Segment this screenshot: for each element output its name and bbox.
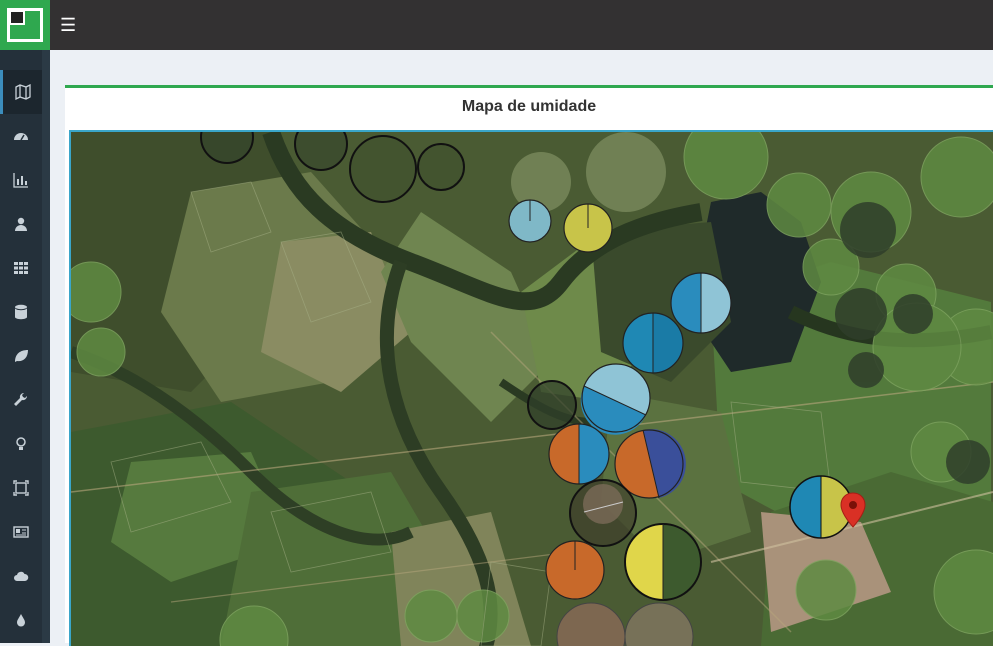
pivot-circle[interactable] — [417, 143, 465, 191]
sidebar-item-tools[interactable] — [0, 378, 42, 422]
pivot-brown[interactable] — [569, 479, 637, 547]
lightbulb-icon — [16, 437, 26, 450]
sidebar-item-charts[interactable] — [0, 158, 42, 202]
logo-square-dark — [11, 12, 23, 23]
newspaper-icon — [13, 526, 29, 538]
map-canvas[interactable] — [71, 132, 993, 646]
leaf-icon — [15, 350, 28, 362]
top-navbar: ☰ — [0, 0, 993, 50]
sidebar-item-water[interactable] — [0, 598, 42, 642]
sidebar-item-cloud[interactable] — [0, 554, 42, 598]
sidebar-item-database[interactable] — [0, 290, 42, 334]
sidebar-edge — [42, 50, 50, 643]
pivot-circle[interactable] — [527, 380, 577, 430]
sidebar-item-ideas[interactable] — [0, 422, 42, 466]
map-icon — [14, 84, 31, 100]
pivot-blue[interactable] — [622, 312, 684, 374]
pivot-split-diagonal[interactable] — [580, 363, 651, 435]
frame-icon — [13, 480, 29, 496]
database-icon — [15, 304, 27, 320]
sidebar-item-leaf[interactable] — [0, 334, 42, 378]
bar-chart-icon — [13, 173, 28, 188]
panel-title: Mapa de umidade — [461, 98, 597, 115]
pivot-orange-blue[interactable] — [548, 423, 610, 485]
sidebar-item-grid[interactable] — [0, 246, 42, 290]
app-logo[interactable] — [0, 0, 50, 50]
hamburger-icon[interactable]: ☰ — [60, 14, 82, 36]
sidebar-item-news[interactable] — [0, 510, 42, 554]
pivot-yellow-dark[interactable] — [624, 523, 702, 601]
sidebar-item-focus[interactable] — [0, 466, 42, 510]
user-icon — [15, 217, 27, 231]
sidebar-item-dashboard[interactable] — [0, 114, 42, 158]
tachometer-icon — [14, 133, 28, 141]
sidebar-item-map[interactable] — [0, 70, 42, 114]
sidebar-item-user[interactable] — [0, 202, 42, 246]
sidebar — [0, 50, 42, 643]
droplet-icon — [17, 614, 25, 627]
map-view[interactable] — [69, 130, 993, 646]
pivot-lightblue-blue[interactable] — [670, 272, 732, 334]
humidity-map-panel: Mapa de umidade — [65, 85, 993, 646]
pivot-orange[interactable] — [545, 540, 605, 600]
pivot-circle[interactable] — [349, 135, 417, 203]
wrench-icon — [14, 392, 28, 406]
grid-icon — [14, 262, 28, 274]
cloud-icon — [14, 571, 29, 581]
